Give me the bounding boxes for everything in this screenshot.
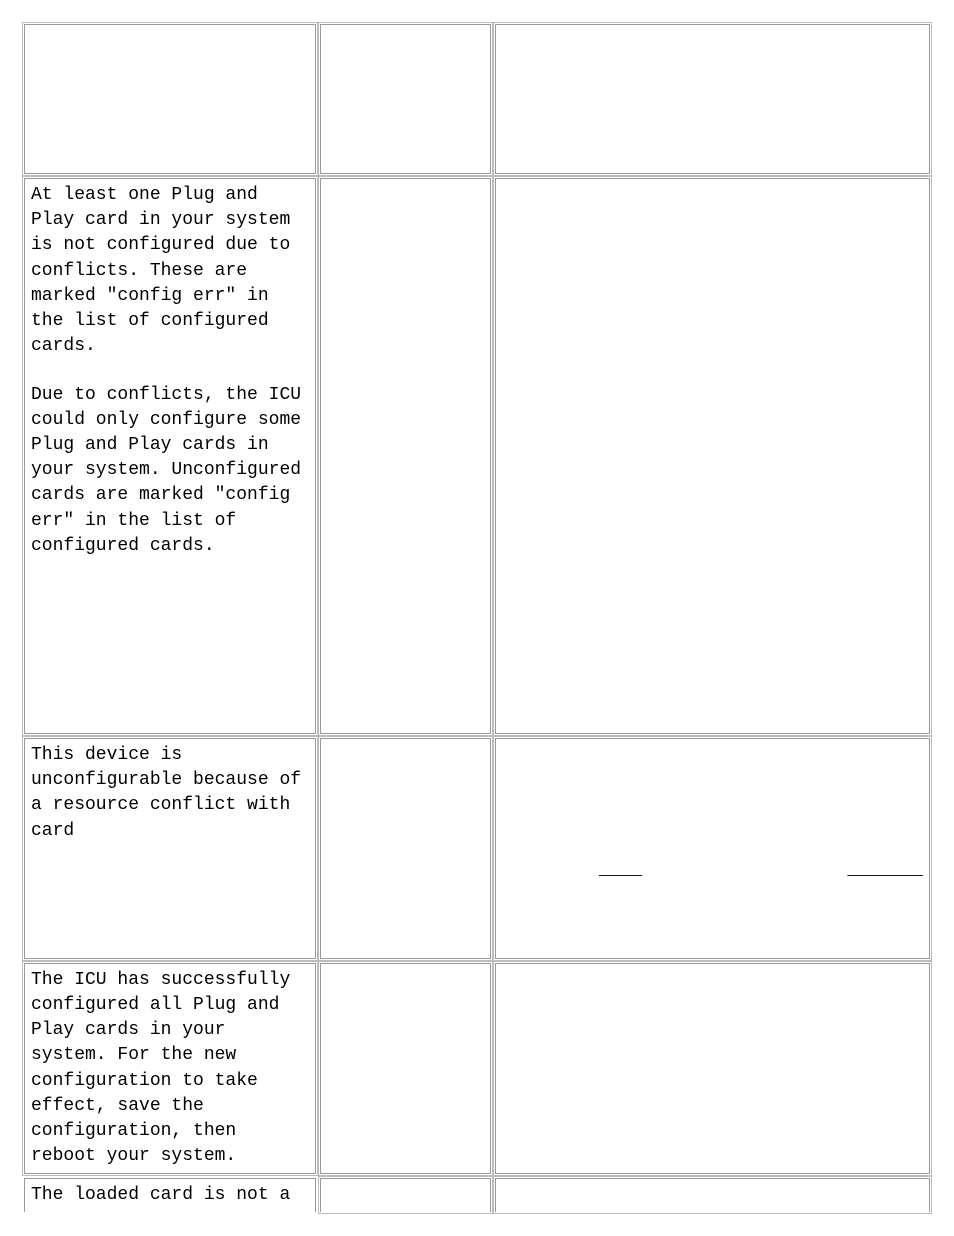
table-row: The loaded card is not a xyxy=(24,1178,930,1212)
message-cell: The ICU has successfully configured all … xyxy=(24,963,316,1175)
table-row: At least one Plug and Play card in your … xyxy=(24,178,930,734)
cell-col3: xxxxxxxxx xxxxxxxxxxxxxxxxxxx xyxy=(495,738,930,959)
cell-col2 xyxy=(320,738,491,959)
message-cell xyxy=(24,24,316,174)
message-cell: The loaded card is not a xyxy=(24,1178,316,1212)
table-row: The ICU has successfully configured all … xyxy=(24,963,930,1175)
cell-col3 xyxy=(495,178,930,734)
cell-col2 xyxy=(320,178,491,734)
message-paragraph: Due to conflicts, the ICU could only con… xyxy=(31,383,309,559)
message-paragraph: At least one Plug and Play card in your … xyxy=(31,183,309,359)
cell-col2 xyxy=(320,963,491,1175)
table-row: This device is unconfigurable because of… xyxy=(24,738,930,959)
message-paragraph: The loaded card is not a xyxy=(31,1183,309,1208)
message-cell: This device is unconfigurable because of… xyxy=(24,738,316,959)
message-cell: At least one Plug and Play card in your … xyxy=(24,178,316,734)
cell-col2 xyxy=(320,1178,491,1212)
message-table: At least one Plug and Play card in your … xyxy=(20,20,934,1216)
cell-col2 xyxy=(320,24,491,174)
cell-col3 xyxy=(495,24,930,174)
cell-col3 xyxy=(495,963,930,1175)
table-row xyxy=(24,24,930,174)
message-paragraph: This device is unconfigurable because of… xyxy=(31,743,309,844)
link-1[interactable] xyxy=(599,860,642,880)
cell-col3 xyxy=(495,1178,930,1212)
message-paragraph: The ICU has successfully configured all … xyxy=(31,968,309,1170)
link-2[interactable] xyxy=(847,860,923,880)
